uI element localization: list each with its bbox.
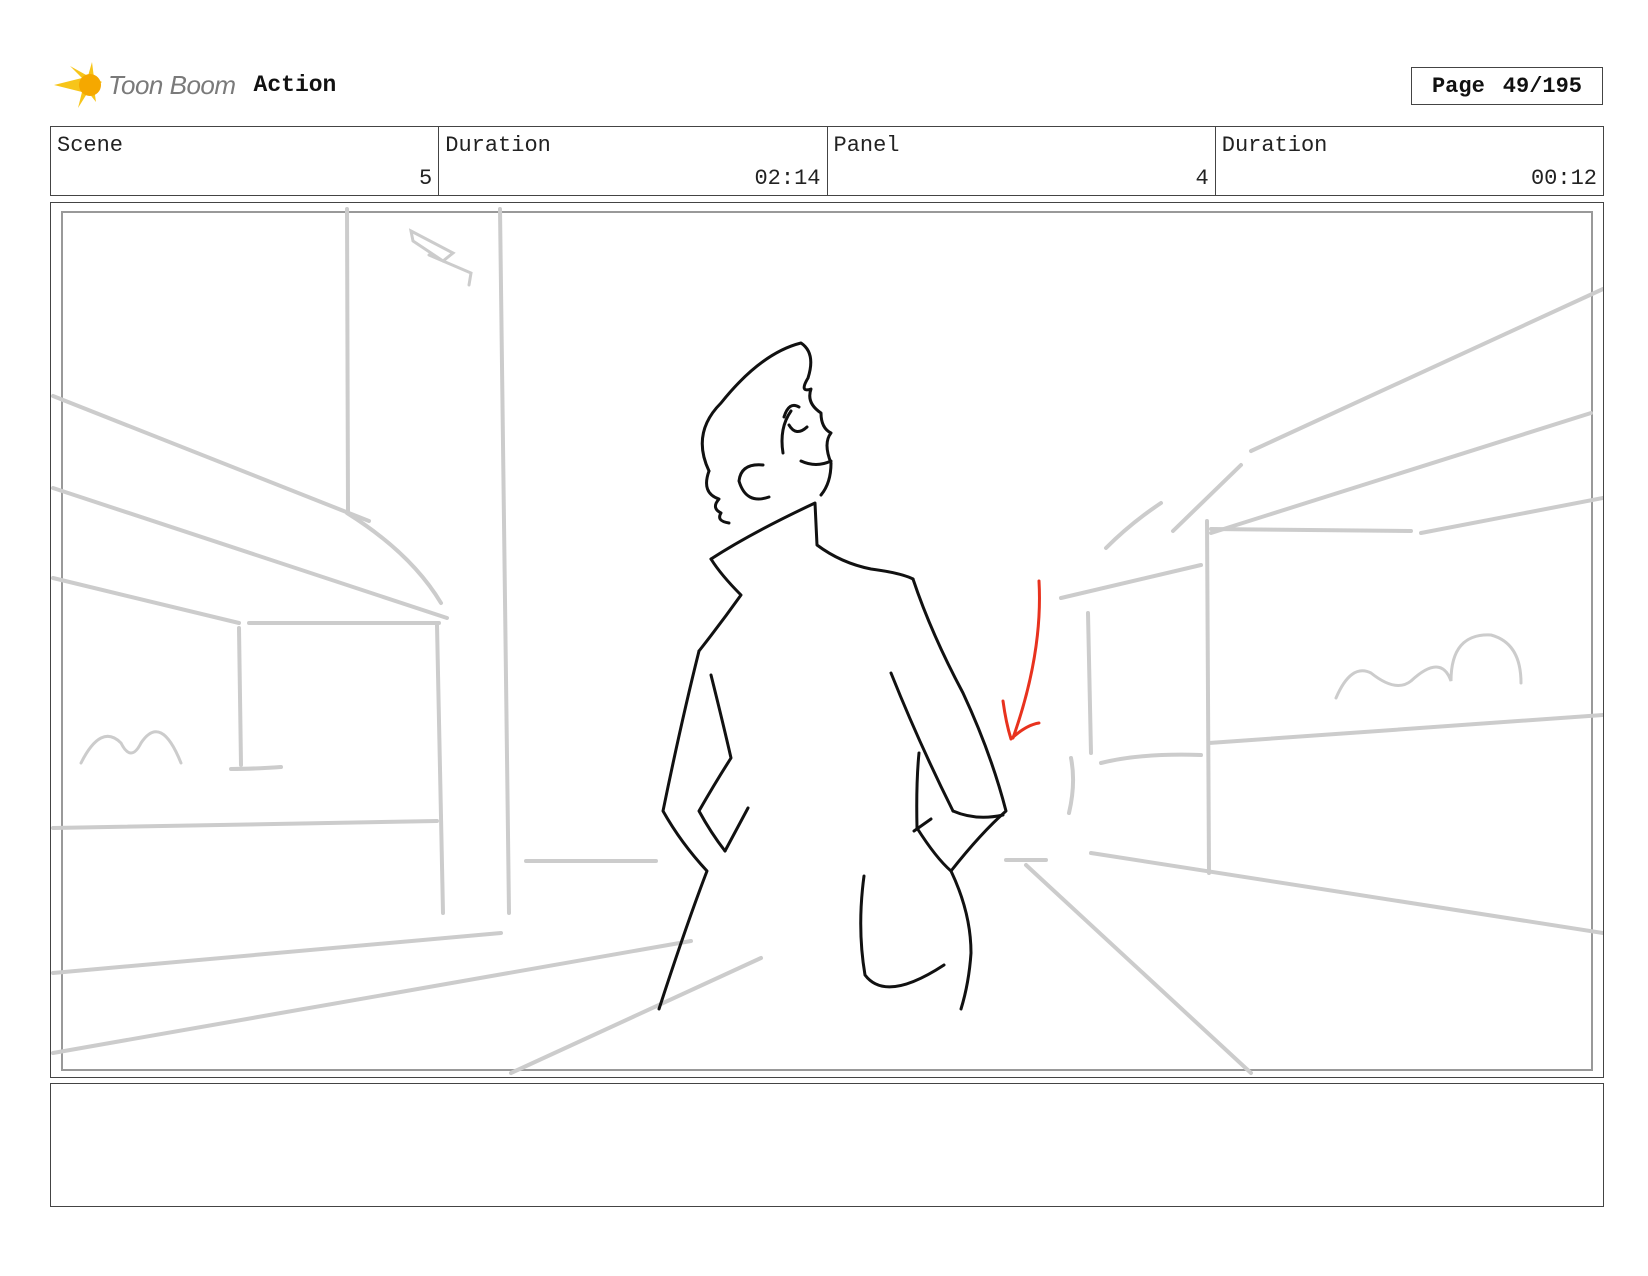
- character-hair-back: [705, 469, 731, 525]
- left-base-line: [51, 819, 439, 830]
- right-roof-line-mid: [1209, 411, 1593, 535]
- character-right-torso: [911, 577, 1008, 873]
- scene-cell: Scene 5: [51, 127, 440, 195]
- page-indicator: Page 49/195: [1411, 67, 1603, 105]
- right-roof-line-low: [1419, 496, 1603, 535]
- panel-duration-value: 00:12: [1530, 166, 1597, 191]
- right-window-sill: [1099, 752, 1203, 765]
- scene-duration-value: 02:14: [754, 166, 821, 191]
- character-sketch: [657, 341, 1008, 1011]
- character-right-arm-inner: [889, 671, 955, 813]
- panel-value: 4: [1195, 166, 1209, 191]
- toon-boom-logo: Toon Boom Action: [52, 58, 336, 112]
- right-building-pole: [1205, 519, 1211, 875]
- character-head-outline: [700, 341, 833, 497]
- character-coat-pocket-fold: [859, 874, 946, 989]
- character-right-elbow: [951, 809, 1005, 819]
- scene-duration-label: Duration: [445, 133, 551, 158]
- right-sidewalk-line: [1089, 851, 1603, 935]
- left-sidewalk-line: [51, 931, 503, 975]
- character-ear: [737, 463, 771, 501]
- character-back-crease: [915, 751, 921, 830]
- left-sill-line: [229, 765, 283, 771]
- right-awning-edge: [1209, 527, 1413, 533]
- panel-info-table: Scene 5 Duration 02:14 Panel 4 Duration …: [50, 126, 1604, 196]
- left-road-line: [509, 956, 763, 1075]
- right-bush-sketch: [1334, 633, 1523, 700]
- right-far-wall: [1086, 611, 1093, 755]
- character-left-collar-fold: [697, 557, 743, 653]
- left-window-right: [435, 623, 445, 915]
- storyboard-panel: [50, 202, 1604, 1078]
- scene-duration-cell: Duration 02:14: [439, 127, 828, 195]
- right-road-line: [1024, 863, 1253, 1075]
- background-sketch: [51, 207, 1603, 1075]
- panel-label: Panel: [833, 133, 900, 158]
- panel-duration-label: Duration: [1221, 133, 1328, 158]
- safe-area-frame: [61, 211, 1593, 1071]
- left-facade-line: [51, 576, 241, 625]
- character-collar: [709, 501, 915, 581]
- left-pole-line: [345, 207, 350, 515]
- camera-arrow-shaft: [1011, 579, 1041, 740]
- panel-cell: Panel 4: [828, 127, 1216, 195]
- street-sign-sketch: [408, 228, 473, 287]
- character-left-arm: [697, 673, 733, 853]
- character-eye: [787, 423, 809, 433]
- camera-arrow-head: [1001, 699, 1041, 741]
- right-facade-base: [1207, 713, 1603, 745]
- right-doorway-sketch: [1067, 756, 1076, 815]
- right-far-roof: [1104, 501, 1163, 550]
- left-bush-sketch: [79, 730, 183, 765]
- brand-name: Toon Boom: [108, 69, 236, 100]
- character-left-hand: [723, 806, 750, 853]
- left-awning-line: [51, 486, 449, 620]
- page-label: Page: [1431, 73, 1485, 99]
- character-smile: [799, 459, 833, 466]
- scene-value: 5: [419, 166, 433, 191]
- product-name: Action: [253, 72, 337, 98]
- page-number: 49/195: [1502, 73, 1583, 99]
- panel-duration-cell: Duration 00:12: [1216, 127, 1603, 195]
- camera-arrow: [1001, 579, 1041, 741]
- character-left-torso: [657, 649, 709, 1011]
- panel-sketch: [51, 207, 1603, 1075]
- right-far-facade: [1059, 563, 1203, 600]
- left-building-edge: [498, 207, 511, 915]
- scene-label: Scene: [57, 133, 124, 158]
- panel-notes-box: [50, 1083, 1604, 1207]
- toon-boom-starburst-icon: [54, 62, 102, 108]
- left-window-side: [237, 626, 243, 767]
